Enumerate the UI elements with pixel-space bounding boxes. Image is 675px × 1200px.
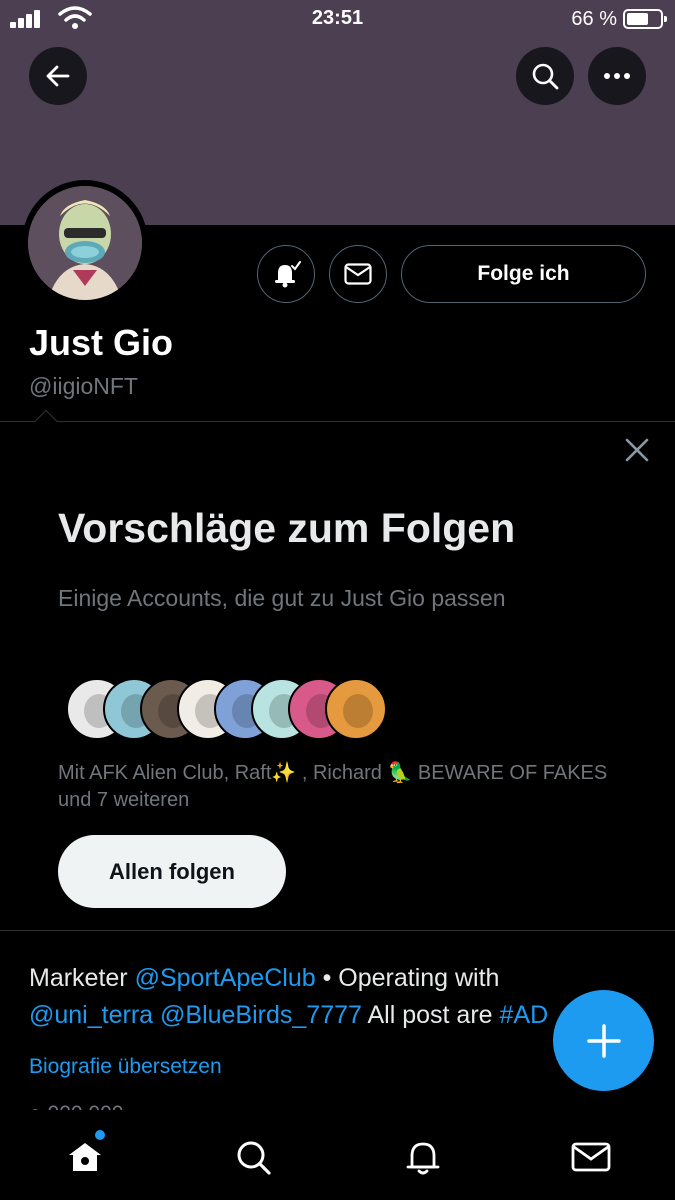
bell-icon <box>406 1142 440 1175</box>
mention-link[interactable]: @SportApeClub <box>135 964 316 992</box>
tab-home[interactable] <box>60 1132 110 1182</box>
divider <box>0 930 675 931</box>
search-icon <box>237 1141 271 1175</box>
suggestions-subtitle: Einige Accounts, die gut zu Just Gio pas… <box>58 585 506 611</box>
arrow-left-icon <box>46 65 70 87</box>
bio-line-2: @uni_terra @BlueBirds_7777 All post are … <box>29 997 629 1034</box>
bio-text: All post are <box>361 1001 500 1029</box>
profile-name: Just Gio <box>29 322 174 363</box>
message-button[interactable] <box>329 245 387 303</box>
follow-all-button[interactable]: Allen folgen <box>58 835 286 908</box>
tab-notifications[interactable] <box>398 1132 448 1182</box>
bottom-tab-bar <box>0 1110 675 1200</box>
battery-icon <box>623 9 667 29</box>
following-button[interactable]: Folge ich <box>401 245 646 303</box>
translate-bio-link[interactable]: Biografie übersetzen <box>29 1055 222 1079</box>
tab-messages[interactable] <box>566 1132 616 1182</box>
plus-icon <box>586 1023 621 1058</box>
home-notification-dot <box>95 1130 105 1140</box>
suggested-accounts-text: Mit AFK Alien Club, Raft✨ , Richard 🦜 BE… <box>58 762 608 811</box>
suggestions-title: Vorschläge zum Folgen <box>58 505 516 551</box>
avatar <box>28 186 142 300</box>
bio-line-1: Marketer @SportApeClub • Operating with <box>29 960 629 997</box>
profile-handle: @iigioNFT <box>29 373 138 399</box>
bio-text: • Operating with <box>315 964 500 992</box>
close-icon[interactable] <box>623 436 651 464</box>
search-button[interactable] <box>516 47 574 105</box>
bell-subscribed-icon <box>275 261 301 288</box>
hashtag-link[interactable]: #AD <box>500 1001 549 1029</box>
mention-link[interactable]: @BlueBirds_7777 <box>160 1001 362 1029</box>
compose-button[interactable] <box>553 990 654 1091</box>
mail-icon <box>344 263 372 285</box>
notifications-subscribe-button[interactable] <box>257 245 315 303</box>
bio-text: Marketer <box>29 964 135 992</box>
home-icon <box>69 1143 101 1171</box>
more-button[interactable] <box>588 47 646 105</box>
more-horizontal-icon <box>604 73 630 79</box>
back-button[interactable] <box>29 47 87 105</box>
mention-link[interactable]: @uni_terra <box>29 1001 153 1029</box>
profile-bio: Marketer @SportApeClub • Operating with … <box>29 960 629 1034</box>
mail-icon <box>571 1142 611 1172</box>
divider <box>0 421 675 422</box>
suggested-avatars[interactable] <box>66 678 426 742</box>
divider-notch <box>34 409 58 433</box>
profile-avatar[interactable] <box>22 180 148 306</box>
bio-text <box>153 1001 160 1029</box>
suggested-account-avatar[interactable] <box>325 678 387 740</box>
tab-explore[interactable] <box>228 1132 278 1182</box>
ape-avatar-image <box>28 186 142 300</box>
status-bar: 23:51 66 % <box>0 0 675 40</box>
search-icon <box>532 63 559 90</box>
battery-percentage: 66 % <box>571 8 617 30</box>
